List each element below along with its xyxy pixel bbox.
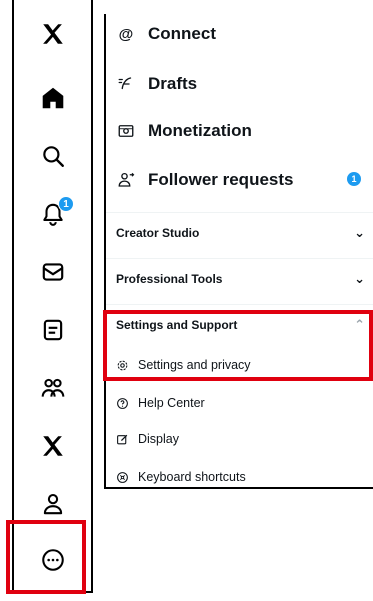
- menu-item-follower-requests[interactable]: Follower requests 1: [106, 160, 373, 200]
- notifications-icon[interactable]: 1: [14, 194, 91, 234]
- left-nav-rail: 1: [12, 0, 93, 593]
- section-settings-and-support[interactable]: Settings and Support ⌃: [106, 304, 373, 344]
- menu-item-keyboard-shortcuts[interactable]: Keyboard shortcuts: [106, 460, 373, 487]
- section-label: Settings and Support: [116, 317, 238, 332]
- more-icon[interactable]: [14, 540, 91, 580]
- lists-icon[interactable]: [14, 310, 91, 350]
- drafts-icon: [106, 75, 146, 93]
- menu-item-label: Keyboard shortcuts: [138, 470, 246, 484]
- menu-item-label: Follower requests: [148, 170, 294, 189]
- menu-item-label: Connect: [148, 24, 216, 43]
- profile-icon[interactable]: [14, 484, 91, 524]
- menu-item-settings-and-privacy[interactable]: Settings and privacy: [106, 348, 373, 382]
- menu-item-display[interactable]: Display: [106, 422, 373, 456]
- chevron-down-icon: ⌄: [354, 224, 365, 240]
- section-label: Creator Studio: [116, 225, 200, 240]
- menu-item-label: Display: [138, 432, 179, 446]
- menu-item-label: Settings and privacy: [138, 358, 251, 372]
- display-icon: [116, 433, 138, 446]
- menu-item-label: Monetization: [148, 121, 252, 140]
- menu-item-label: Drafts: [148, 74, 198, 93]
- help-icon: [116, 397, 138, 410]
- menu-item-help-center[interactable]: Help Center: [106, 386, 373, 420]
- menu-item-monetization[interactable]: Monetization: [106, 111, 373, 151]
- gear-icon: [116, 359, 138, 372]
- follower-requests-badge: 1: [347, 172, 361, 186]
- premium-x-icon[interactable]: [14, 426, 91, 466]
- section-professional-tools[interactable]: Professional Tools ⌄: [106, 258, 373, 298]
- notification-badge: 1: [58, 196, 74, 212]
- menu-item-connect[interactable]: @ Connect: [106, 14, 373, 54]
- home-icon[interactable]: [14, 78, 91, 118]
- section-creator-studio[interactable]: Creator Studio ⌄: [106, 212, 373, 252]
- communities-icon[interactable]: [14, 368, 91, 408]
- chevron-down-icon: ⌄: [354, 270, 365, 286]
- menu-item-drafts[interactable]: Drafts: [106, 64, 373, 104]
- menu-item-label: Help Center: [138, 396, 205, 410]
- keyboard-icon: [116, 471, 138, 484]
- at-icon: @: [118, 25, 134, 43]
- section-label: Professional Tools: [116, 271, 223, 286]
- more-menu: @ Connect Drafts Monetization Follower r…: [104, 14, 373, 489]
- monetization-icon: [106, 122, 146, 140]
- follower-requests-icon: [106, 171, 146, 189]
- x-logo-icon[interactable]: [14, 14, 91, 54]
- search-icon[interactable]: [14, 136, 91, 176]
- chevron-up-icon: ⌃: [354, 316, 365, 332]
- messages-icon[interactable]: [14, 252, 91, 292]
